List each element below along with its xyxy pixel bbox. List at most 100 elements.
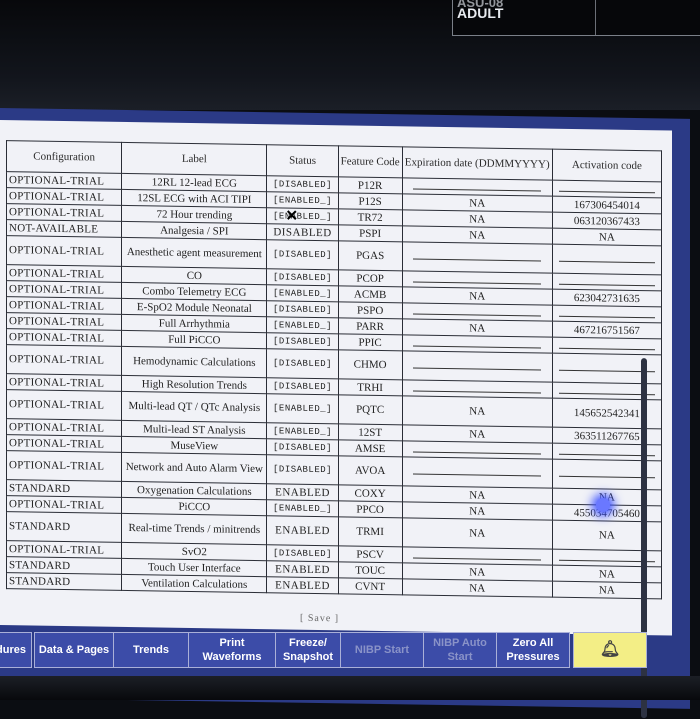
feature-code-cell: TR72 xyxy=(338,208,403,226)
feature-code-cell: PCOP xyxy=(338,269,403,287)
header-status: Status xyxy=(266,144,339,177)
feature-code-cell: PPIC xyxy=(338,333,403,351)
empty-field-line xyxy=(413,383,542,394)
status-cell[interactable]: [DISABLED] xyxy=(266,175,339,193)
feature-code-cell: COXY xyxy=(338,484,403,502)
status-cell[interactable]: [ENABLED_] xyxy=(266,191,339,209)
config-cell: OPTIONAL-TRIAL xyxy=(6,344,122,376)
activation-code-cell[interactable]: NA xyxy=(552,228,662,246)
expiration-cell[interactable]: NA xyxy=(402,578,553,598)
config-cell: OPTIONAL-TRIAL xyxy=(6,450,122,482)
expiration-cell[interactable]: NA xyxy=(402,517,553,550)
activation-code-cell[interactable] xyxy=(552,273,662,291)
activation-code-cell[interactable] xyxy=(552,305,662,323)
config-cell: STANDARD xyxy=(6,511,122,543)
config-cell: OPTIONAL-TRIAL xyxy=(6,235,122,267)
label-cell: Hemodynamic Calculations xyxy=(121,346,267,378)
empty-field-line xyxy=(413,361,542,371)
empty-field-line xyxy=(558,184,655,193)
header-activation-code: Activation code xyxy=(552,149,662,182)
empty-field-line xyxy=(413,444,542,455)
feature-code-cell: P12S xyxy=(338,192,403,210)
activation-code-cell[interactable] xyxy=(552,244,662,275)
feature-code-cell: CVNT xyxy=(338,577,403,595)
toolbar-button-5[interactable]: NIBP Start xyxy=(340,632,424,668)
status-cell[interactable]: DISABLED xyxy=(266,223,339,241)
header-label: Label xyxy=(121,142,267,176)
toolbar-button-4[interactable]: Freeze/ Snapshot xyxy=(275,632,341,668)
empty-field-line xyxy=(558,309,655,318)
empty-field-line xyxy=(413,550,542,561)
status-cell[interactable]: ENABLED xyxy=(266,483,339,501)
status-cell[interactable]: ENABLED xyxy=(266,576,339,594)
expiration-cell[interactable]: NA xyxy=(402,395,553,428)
feature-code-cell: TOUC xyxy=(338,561,403,579)
config-cell: OPTIONAL-TRIAL xyxy=(6,389,122,421)
feature-code-cell: TRMI xyxy=(338,516,403,547)
feature-code-cell: PPCO xyxy=(338,500,403,518)
toolbar-button-2[interactable]: Trends xyxy=(113,632,189,668)
empty-field-line xyxy=(413,306,542,317)
config-cell: OPTIONAL-TRIAL xyxy=(6,434,122,453)
status-cell[interactable]: [DISABLED] xyxy=(266,239,339,270)
config-cell: OPTIONAL-TRIAL xyxy=(6,203,122,222)
feature-code-cell: ACMB xyxy=(338,285,403,303)
status-cell[interactable]: [DISABLED] xyxy=(266,300,339,318)
expiration-cell[interactable] xyxy=(402,456,553,489)
feature-code-cell: 12ST xyxy=(338,423,403,441)
expiration-cell[interactable] xyxy=(402,350,553,383)
status-cell[interactable]: [ENABLED_] xyxy=(266,284,339,302)
status-cell[interactable]: [DISABLED] xyxy=(266,348,339,379)
config-cell: OPTIONAL-TRIAL xyxy=(6,312,122,331)
feature-code-cell: PSPO xyxy=(338,301,403,319)
empty-field-line xyxy=(413,338,542,349)
empty-field-line xyxy=(413,467,542,477)
status-cell[interactable]: [ENABLED_] xyxy=(266,499,339,517)
activation-code-cell[interactable]: 063120367433 xyxy=(552,212,662,230)
toolbar-button-1[interactable]: Data & Pages xyxy=(34,632,114,668)
status-cell[interactable]: [ENABLED_] xyxy=(266,422,339,440)
feature-code-cell: P12R xyxy=(338,176,403,194)
empty-field-line xyxy=(413,181,542,192)
toolbar-button-6[interactable]: NIBP Auto Start xyxy=(423,632,497,668)
toolbar-button-0[interactable]: dures xyxy=(0,632,32,668)
status-cell[interactable]: [ENABLED_] ✕ xyxy=(266,207,339,225)
feature-code-cell: TRHI xyxy=(338,378,403,396)
toolbar-button-3[interactable]: Print Waveforms xyxy=(188,632,276,668)
status-cell[interactable]: [DISABLED] xyxy=(266,332,339,350)
status-cell[interactable]: [DISABLED] xyxy=(266,454,339,485)
toolbar-button-7[interactable]: Zero All Pressures xyxy=(496,632,570,668)
label-cell: Anesthetic agent measurement xyxy=(121,237,267,269)
feature-code-cell: AMSE xyxy=(338,439,403,457)
expiration-cell[interactable] xyxy=(402,241,553,274)
status-cell[interactable]: [DISABLED] xyxy=(266,268,339,286)
activation-code-cell[interactable]: 167306454014 xyxy=(552,196,662,214)
bell-icon: 🔔︎ xyxy=(599,641,621,658)
status-cell[interactable]: [ENABLED_] xyxy=(266,393,339,424)
bottom-toolbar: duresData & PagesTrendsPrint WaveformsFr… xyxy=(0,632,700,672)
alarm-button[interactable]: 🔔︎ xyxy=(573,632,647,668)
config-cell: OPTIONAL-TRIAL xyxy=(6,373,122,392)
activation-code-cell[interactable]: 623042731635 xyxy=(552,289,662,307)
config-cell: STANDARD xyxy=(6,556,122,575)
status-cell[interactable]: ENABLED xyxy=(266,560,339,578)
empty-field-line xyxy=(413,274,542,285)
status-cell[interactable]: ENABLED xyxy=(266,515,339,546)
activation-code-cell[interactable] xyxy=(552,180,662,198)
header-configuration: Configuration xyxy=(6,140,122,174)
activation-code-cell[interactable]: 467216751567 xyxy=(552,321,662,339)
label-cell: Ventilation Calculations xyxy=(121,574,267,593)
status-cell[interactable]: [DISABLED] xyxy=(266,438,339,456)
save-button[interactable]: [ Save ] xyxy=(300,613,339,625)
patient-info-box: ASU-08 ADULT xyxy=(452,0,700,36)
empty-field-line xyxy=(558,277,655,286)
config-cell: OPTIONAL-TRIAL xyxy=(6,418,122,437)
config-cell: OPTIONAL-TRIAL xyxy=(6,495,122,514)
status-cell[interactable]: [ENABLED_] xyxy=(266,316,339,334)
feature-code-cell: PARR xyxy=(338,317,403,335)
label-cell: Network and Auto Alarm View xyxy=(121,452,267,484)
activation-code-cell[interactable] xyxy=(552,337,662,355)
feature-code-cell: CHMO xyxy=(338,349,403,380)
status-cell[interactable]: [DISABLED] xyxy=(266,544,339,562)
status-cell[interactable]: [DISABLED] xyxy=(266,377,339,395)
